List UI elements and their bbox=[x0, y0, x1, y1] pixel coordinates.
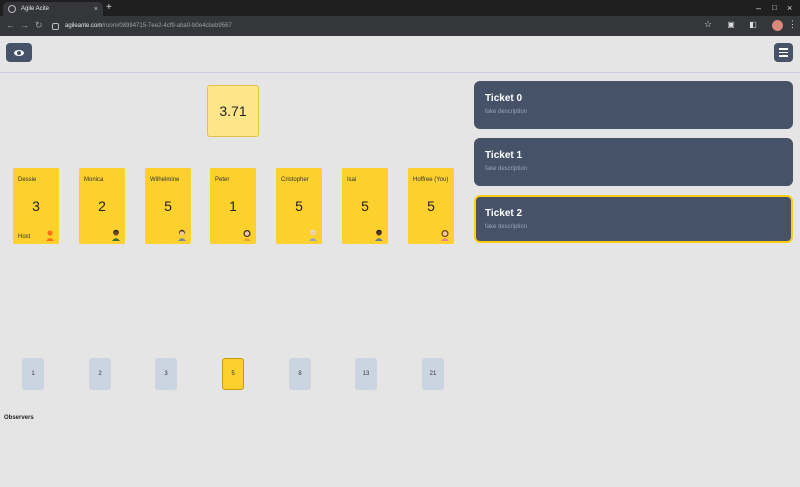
vote-card-button[interactable]: 21 bbox=[422, 358, 444, 390]
close-tab-icon[interactable]: × bbox=[94, 6, 98, 13]
ticket-title: Ticket 1 bbox=[485, 150, 523, 161]
vote-card-button[interactable]: 3 bbox=[155, 358, 177, 390]
player-name: Hoffree (You) bbox=[413, 177, 449, 183]
ticket-title: Ticket 2 bbox=[485, 208, 523, 219]
menu-icon-bar bbox=[779, 48, 788, 50]
minimize-icon[interactable]: – bbox=[756, 3, 761, 13]
player-vote: 3 bbox=[32, 198, 40, 214]
browser-tab[interactable]: Agile Acite × bbox=[3, 2, 103, 16]
browser-menu-icon[interactable]: ⋮ bbox=[788, 19, 797, 30]
reload-icon[interactable]: ↻ bbox=[35, 20, 43, 31]
orange-person-icon bbox=[46, 230, 54, 241]
site-favicon-icon bbox=[8, 5, 16, 13]
vote-card-button[interactable]: 1 bbox=[22, 358, 44, 390]
ticket-description: fake description bbox=[485, 109, 528, 115]
player-card: Wilhelmine 5 bbox=[145, 168, 191, 244]
average-vote-card: 3.71 bbox=[207, 85, 259, 137]
dark-person-icon bbox=[375, 229, 383, 241]
player-name: Peter bbox=[215, 177, 230, 183]
player-name: Dessie bbox=[18, 177, 37, 183]
player-vote: 5 bbox=[164, 198, 172, 214]
player-vote: 1 bbox=[229, 198, 237, 214]
ticket-description: fake description bbox=[485, 224, 528, 230]
vote-card-button[interactable]: 2 bbox=[89, 358, 111, 390]
tab-title: Agile Acite bbox=[21, 6, 50, 12]
player-vote: 5 bbox=[427, 198, 435, 214]
ticket-card[interactable]: Ticket 0 fake description bbox=[474, 81, 793, 129]
player-name: Wilhelmine bbox=[150, 177, 180, 183]
dark-person-icon bbox=[112, 229, 120, 241]
maximize-icon[interactable]: □ bbox=[772, 3, 777, 13]
player-card: Dessie 3 Host bbox=[13, 168, 59, 244]
host-label: Host bbox=[18, 234, 31, 240]
player-card: Isai 5 bbox=[342, 168, 388, 244]
site-info-icon[interactable] bbox=[52, 22, 59, 30]
profile-avatar[interactable] bbox=[772, 20, 783, 31]
player-vote: 5 bbox=[295, 198, 303, 214]
vote-card-button[interactable]: 13 bbox=[355, 358, 377, 390]
player-name: Isai bbox=[347, 177, 357, 183]
url-path: /room/08984715-7ee2-4cf9-aba0-b0e4cbeb95… bbox=[102, 23, 232, 29]
elder-icon bbox=[309, 229, 317, 241]
browser-toolbar: ← → ↻ agileante.com /room/08984715-7ee2-… bbox=[0, 16, 800, 36]
player-card: Hoffree (You) 5 bbox=[408, 168, 454, 244]
url-host: agileante.com bbox=[65, 23, 103, 29]
browser-tab-bar: Agile Acite × + – □ × bbox=[0, 0, 800, 16]
player-vote: 2 bbox=[98, 198, 106, 214]
player-vote: 5 bbox=[361, 198, 369, 214]
woman-icon bbox=[441, 230, 449, 241]
menu-icon-bar bbox=[779, 55, 788, 57]
woman-icon bbox=[243, 230, 251, 241]
person-icon bbox=[178, 229, 186, 241]
menu-icon-bar bbox=[779, 51, 788, 54]
forward-icon[interactable]: → bbox=[20, 20, 29, 31]
player-name: Cristopher bbox=[281, 177, 309, 183]
vote-card-button-selected[interactable]: 5 bbox=[222, 358, 244, 390]
player-card: Peter 1 bbox=[210, 168, 256, 244]
ticket-description: fake description bbox=[485, 166, 528, 172]
player-card: Monica 2 bbox=[79, 168, 125, 244]
window-close-icon[interactable]: × bbox=[787, 3, 792, 13]
observers-heading: Observers bbox=[4, 415, 34, 421]
ticket-card[interactable]: Ticket 1 fake description bbox=[474, 138, 793, 186]
player-name: Monica bbox=[84, 177, 104, 183]
eye-icon bbox=[14, 49, 24, 56]
back-icon[interactable]: ← bbox=[6, 20, 15, 31]
ticket-title: Ticket 0 bbox=[485, 93, 523, 104]
side-panel-icon[interactable]: ◧ bbox=[748, 20, 758, 30]
address-bar[interactable]: agileante.com /room/08984715-7ee2-4cf9-a… bbox=[52, 19, 718, 33]
ticket-card-active[interactable]: Ticket 2 fake description bbox=[474, 195, 793, 243]
player-card: Cristopher 5 bbox=[276, 168, 322, 244]
menu-button[interactable] bbox=[774, 43, 793, 62]
bookmark-star-icon[interactable]: ☆ bbox=[704, 19, 712, 30]
new-tab-icon[interactable]: + bbox=[106, 3, 112, 13]
vote-card-button[interactable]: 8 bbox=[289, 358, 311, 390]
app-header bbox=[0, 36, 800, 73]
reveal-votes-button[interactable] bbox=[6, 43, 32, 62]
extensions-icon[interactable]: ▣ bbox=[726, 20, 736, 30]
